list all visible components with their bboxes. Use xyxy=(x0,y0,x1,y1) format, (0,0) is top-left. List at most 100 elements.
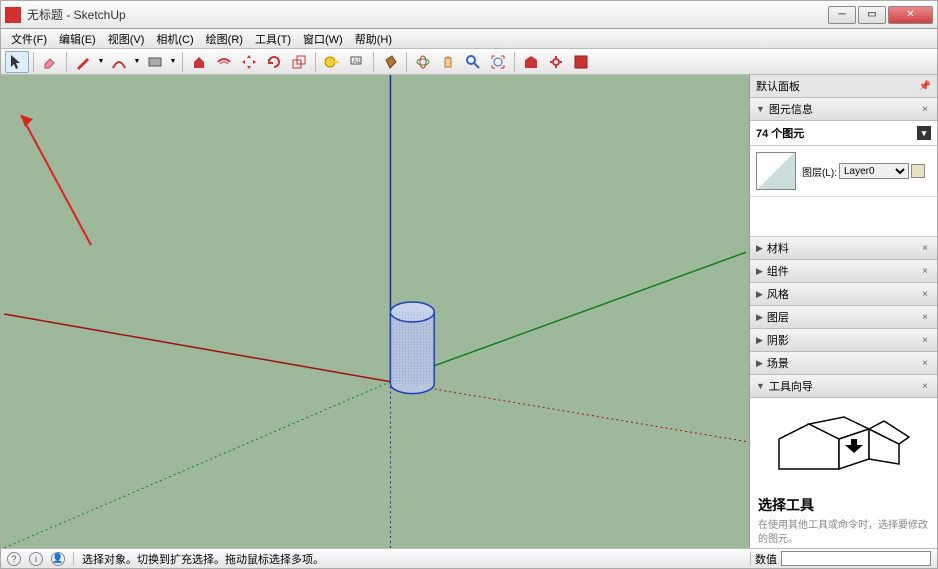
separator xyxy=(406,52,407,72)
app-icon xyxy=(5,7,21,23)
tray-header[interactable]: 默认面板 📌 xyxy=(750,75,937,98)
status-bar: ? i 👤 选择对象。切换到扩充选择。拖动鼠标选择多项。 数值 xyxy=(1,548,937,568)
close-icon[interactable]: × xyxy=(919,357,931,369)
menu-edit[interactable]: 编辑(E) xyxy=(53,29,102,49)
tape-tool[interactable] xyxy=(320,51,344,73)
tape-icon xyxy=(324,54,340,70)
panel-materials-header[interactable]: ▶ 材料 × xyxy=(750,237,937,260)
shapes-tool[interactable] xyxy=(143,51,167,73)
line-tool[interactable] xyxy=(71,51,95,73)
arc-dropdown[interactable]: ▼ xyxy=(132,51,142,73)
instructor-desc: 在使用其他工具或命令时，选择要修改的图元。 xyxy=(758,519,929,547)
line-dropdown[interactable]: ▼ xyxy=(96,51,106,73)
panel-scenes-header[interactable]: ▶ 场景 × xyxy=(750,352,937,375)
tray-title: 默认面板 xyxy=(756,78,800,94)
status-info-icon[interactable]: ? xyxy=(7,552,21,566)
close-icon[interactable]: × xyxy=(919,103,931,115)
layout-tool[interactable] xyxy=(569,51,593,73)
move-icon xyxy=(241,54,257,70)
separator xyxy=(182,52,183,72)
menu-camera[interactable]: 相机(C) xyxy=(150,29,199,49)
pencil-icon xyxy=(75,54,91,70)
value-label: 数值 xyxy=(755,551,777,567)
window-controls: ─ ▭ ✕ xyxy=(828,6,933,24)
menu-bar: 文件(F) 编辑(E) 视图(V) 相机(C) 绘图(R) 工具(T) 窗口(W… xyxy=(1,29,937,49)
arc-icon xyxy=(111,54,127,70)
panel-styles-header[interactable]: ▶ 风格 × xyxy=(750,283,937,306)
title-bar: 无标题 - SketchUp ─ ▭ ✕ xyxy=(1,1,937,29)
text-tool[interactable]: A1 xyxy=(345,51,369,73)
instructor-panel: 选择工具 在使用其他工具或命令时，选择要修改的图元。 工具操作 1. 点击图元。… xyxy=(750,398,937,548)
panel-instructor-header[interactable]: ▼ 工具向导 × xyxy=(750,375,937,398)
zoom-tool[interactable] xyxy=(461,51,485,73)
select-tool[interactable] xyxy=(5,51,29,73)
pushpull-icon xyxy=(191,54,207,70)
layer-color-swatch[interactable] xyxy=(911,164,925,178)
zoom-extents-tool[interactable] xyxy=(486,51,510,73)
panel-layers-header[interactable]: ▶ 图层 × xyxy=(750,306,937,329)
menu-help[interactable]: 帮助(H) xyxy=(349,29,398,49)
panel-components-header[interactable]: ▶ 组件 × xyxy=(750,260,937,283)
viewport-3d[interactable] xyxy=(1,75,749,548)
material-thumbnail[interactable] xyxy=(756,152,796,190)
close-icon[interactable]: × xyxy=(919,242,931,254)
chevron-down-icon: ▼ xyxy=(98,58,105,65)
chevron-down-icon: ▼ xyxy=(134,58,141,65)
layer-row: 图层(L): Layer0 xyxy=(750,146,937,197)
extension-tool[interactable] xyxy=(544,51,568,73)
panel-title: 组件 xyxy=(767,263,789,279)
panel-title: 图元信息 xyxy=(769,101,813,117)
paint-tool[interactable] xyxy=(378,51,402,73)
eraser-tool[interactable] xyxy=(38,51,62,73)
arc-tool[interactable] xyxy=(107,51,131,73)
panel-title: 风格 xyxy=(767,286,789,302)
orbit-icon xyxy=(415,54,431,70)
warehouse-tool[interactable] xyxy=(519,51,543,73)
shapes-dropdown[interactable]: ▼ xyxy=(168,51,178,73)
scene-canvas xyxy=(1,75,749,548)
panel-entity-info-header[interactable]: ▼ 图元信息 × xyxy=(750,98,937,121)
gear-icon xyxy=(548,54,564,70)
scale-tool[interactable] xyxy=(287,51,311,73)
maximize-button[interactable]: ▭ xyxy=(858,6,886,24)
separator xyxy=(33,52,34,72)
minimize-button[interactable]: ─ xyxy=(828,6,856,24)
close-icon[interactable]: × xyxy=(919,288,931,300)
separator xyxy=(73,552,74,566)
rectangle-icon xyxy=(147,54,163,70)
pushpull-tool[interactable] xyxy=(187,51,211,73)
separator xyxy=(315,52,316,72)
status-user-icon[interactable]: 👤 xyxy=(51,552,65,566)
menu-draw[interactable]: 绘图(R) xyxy=(200,29,249,49)
window-title: 无标题 - SketchUp xyxy=(27,6,828,23)
close-icon[interactable]: × xyxy=(919,265,931,277)
eraser-icon xyxy=(42,54,58,70)
cursor-icon xyxy=(9,54,25,70)
separator xyxy=(514,52,515,72)
menu-tools[interactable]: 工具(T) xyxy=(249,29,297,49)
separator xyxy=(373,52,374,72)
layer-select[interactable]: Layer0 xyxy=(839,163,909,179)
move-tool[interactable] xyxy=(237,51,261,73)
close-button[interactable]: ✕ xyxy=(888,6,933,24)
pan-tool[interactable] xyxy=(436,51,460,73)
layout-icon xyxy=(573,54,589,70)
close-icon[interactable]: × xyxy=(919,380,931,392)
close-icon[interactable]: × xyxy=(919,311,931,323)
offset-tool[interactable] xyxy=(212,51,236,73)
orbit-tool[interactable] xyxy=(411,51,435,73)
menu-view[interactable]: 视图(V) xyxy=(102,29,151,49)
details-icon[interactable]: ▾ xyxy=(917,126,931,140)
menu-file[interactable]: 文件(F) xyxy=(5,29,53,49)
entity-count-row: 74 个图元 ▾ xyxy=(750,121,937,146)
pushpin-icon[interactable]: 📌 xyxy=(919,81,931,92)
menu-window[interactable]: 窗口(W) xyxy=(297,29,349,49)
rotate-tool[interactable] xyxy=(262,51,286,73)
measurements-input[interactable] xyxy=(781,551,931,566)
entity-count-text: 74 个图元 xyxy=(756,125,804,141)
close-icon[interactable]: × xyxy=(919,334,931,346)
panel-title: 工具向导 xyxy=(769,378,813,394)
panel-shadows-header[interactable]: ▶ 阴影 × xyxy=(750,329,937,352)
scale-icon xyxy=(291,54,307,70)
status-geo-icon[interactable]: i xyxy=(29,552,43,566)
